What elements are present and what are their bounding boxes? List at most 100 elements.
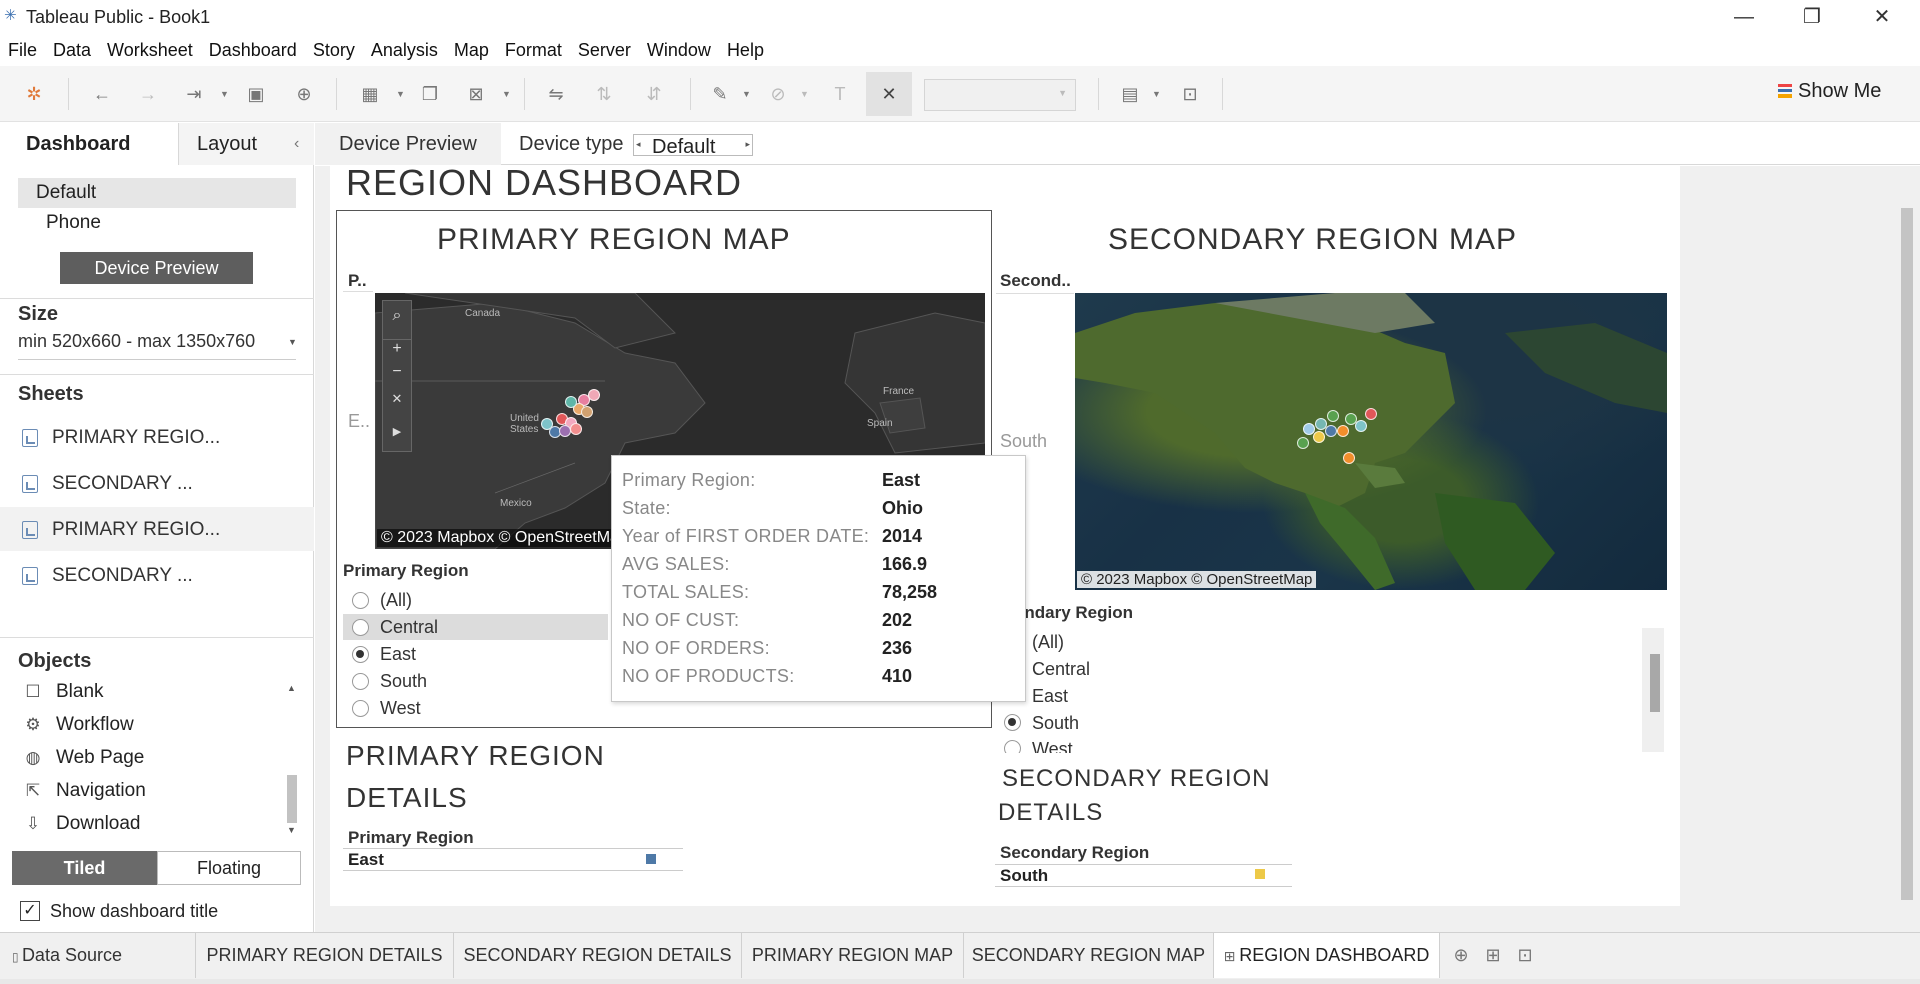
map-tools-expand-icon[interactable]: ▶ [383,425,411,438]
secondary-row-header[interactable]: Second.. [1000,271,1071,291]
presentation-mode-icon[interactable]: ⊡ [1176,80,1204,108]
secondary-filter-option[interactable]: West [1032,739,1073,753]
menu-file[interactable]: File [8,40,37,61]
fit-selector[interactable]: ▼ [924,79,1076,111]
scroll-up-icon[interactable]: ▲ [287,683,296,693]
zoom-out-icon[interactable]: − [383,363,411,381]
primary-details-row[interactable]: East [348,850,384,870]
collapse-panel-icon[interactable]: ‹ [294,135,299,153]
next-device-icon[interactable]: ▸ [745,139,750,150]
sheet-item[interactable]: SECONDARY ... [0,553,314,597]
show-mark-labels-icon[interactable]: T [826,80,854,108]
group-members-icon[interactable]: ⊘ [764,80,792,108]
minimize-button[interactable]: — [1716,2,1772,32]
device-preview-button[interactable]: Device Preview [60,252,253,284]
map-point[interactable] [1343,452,1355,464]
reset-map-icon[interactable]: ✕ [383,391,411,407]
menu-story[interactable]: Story [313,40,355,61]
primary-filter-option[interactable]: (All) [380,590,412,611]
tiled-button[interactable]: Tiled [12,851,157,885]
secondary-filter-scrollbar[interactable] [1642,628,1664,752]
menu-server[interactable]: Server [578,40,631,61]
zoom-in-icon[interactable]: + [383,339,411,358]
new-worksheet-tab-icon[interactable]: ⊕ [1446,933,1476,978]
secondary-details-row[interactable]: South [1000,866,1048,886]
tab-dashboard[interactable]: Dashboard [0,123,178,165]
primary-filter-option[interactable]: East [380,644,416,665]
map-point[interactable] [1325,425,1337,437]
menu-window[interactable]: Window [647,40,711,61]
map-point[interactable] [1327,410,1339,422]
close-button[interactable]: ✕ [1854,2,1910,32]
tab-data-source[interactable]: ▯ Data Source [0,933,196,978]
sheet-item[interactable]: SECONDARY ... [0,461,314,505]
menu-analysis[interactable]: Analysis [371,40,438,61]
map-point[interactable] [1297,437,1309,449]
map-point[interactable] [1313,431,1325,443]
menu-map[interactable]: Map [454,40,489,61]
menu-worksheet[interactable]: Worksheet [107,40,193,61]
tab-primary-region-details[interactable]: PRIMARY REGION DETAILS [196,933,454,978]
map-point[interactable] [1315,418,1327,430]
menu-dashboard[interactable]: Dashboard [209,40,297,61]
undo-icon[interactable]: ← [88,80,116,108]
menu-format[interactable]: Format [505,40,562,61]
object-navigation[interactable]: ⇱ Navigation [22,780,146,802]
objects-scroll-thumb[interactable] [287,775,297,823]
show-me-button[interactable]: Show Me [1778,80,1881,103]
clear-sheet-icon[interactable]: ⊠ [462,80,490,108]
swap-dropdown-icon[interactable]: ▼ [220,80,230,108]
redo-icon[interactable]: → [134,80,162,108]
secondary-filter-option[interactable]: East [1032,686,1068,707]
map-point[interactable] [1337,425,1349,437]
sheet-item[interactable]: PRIMARY REGIO... [0,415,314,459]
primary-row-header[interactable]: P.. [348,271,367,291]
swap-icon[interactable]: ⇥ [180,80,208,108]
sort-ascending-icon[interactable]: ⇅ [590,80,618,108]
device-type-selector[interactable]: ◂ Default ▸ [633,134,753,158]
map-point[interactable] [570,423,582,435]
radio-south[interactable] [352,673,369,690]
primary-filter-option[interactable]: South [380,671,427,692]
map-point[interactable] [565,396,577,408]
object-workflow[interactable]: ⚙ Workflow [22,714,133,736]
tab-secondary-region-details[interactable]: SECONDARY REGION DETAILS [454,933,742,978]
device-phone[interactable]: Phone [46,212,101,234]
show-cards-icon[interactable]: ▤ [1116,80,1144,108]
new-worksheet-icon[interactable]: ▦ [356,80,384,108]
map-point[interactable] [1365,408,1377,420]
device-preview-tab[interactable]: Device Preview [315,123,501,165]
scroll-down-icon[interactable]: ▼ [287,825,296,835]
map-point[interactable] [1345,413,1357,425]
device-default[interactable]: Default [18,178,296,208]
menu-data[interactable]: Data [53,40,91,61]
new-data-source-icon[interactable]: ⊕ [290,80,318,108]
secondary-filter-option[interactable]: (All) [1032,632,1064,653]
tab-region-dashboard[interactable]: ⊞ REGION DASHBOARD [1214,933,1440,978]
radio-south[interactable] [1004,714,1021,731]
primary-filter-option[interactable]: West [380,698,421,719]
new-worksheet-dropdown-icon[interactable]: ▼ [396,80,406,108]
secondary-filter-option[interactable]: South [1032,713,1079,734]
menu-help[interactable]: Help [727,40,764,61]
map-point[interactable] [588,389,600,401]
map-point[interactable] [1355,420,1367,432]
canvas-scrollbar[interactable] [1896,166,1920,906]
secondary-region-map[interactable]: © 2023 Mapbox © OpenStreetMap [1075,293,1667,590]
secondary-filter-scroll-thumb[interactable] [1650,654,1660,712]
radio-west[interactable] [352,700,369,717]
duplicate-sheet-icon[interactable]: ❐ [416,80,444,108]
radio-all[interactable] [352,592,369,609]
clear-filters-button[interactable]: ✕ [866,72,912,116]
floating-button[interactable]: Floating [157,851,301,885]
map-search-icon[interactable]: ⌕ [383,307,411,325]
object-web-page[interactable]: ◍ Web Page [22,747,145,769]
show-dashboard-title-checkbox[interactable]: ✓ [20,901,40,921]
sort-descending-icon[interactable]: ⇵ [640,80,668,108]
object-blank[interactable]: ☐ Blank [22,681,103,703]
object-download[interactable]: ⇩ Download [22,813,141,835]
restore-button[interactable]: ❐ [1784,2,1840,32]
size-dropdown-icon[interactable]: ▼ [288,337,297,347]
swap-rows-columns-icon[interactable]: ⇋ [542,80,570,108]
primary-filter-option[interactable]: Central [380,617,438,638]
